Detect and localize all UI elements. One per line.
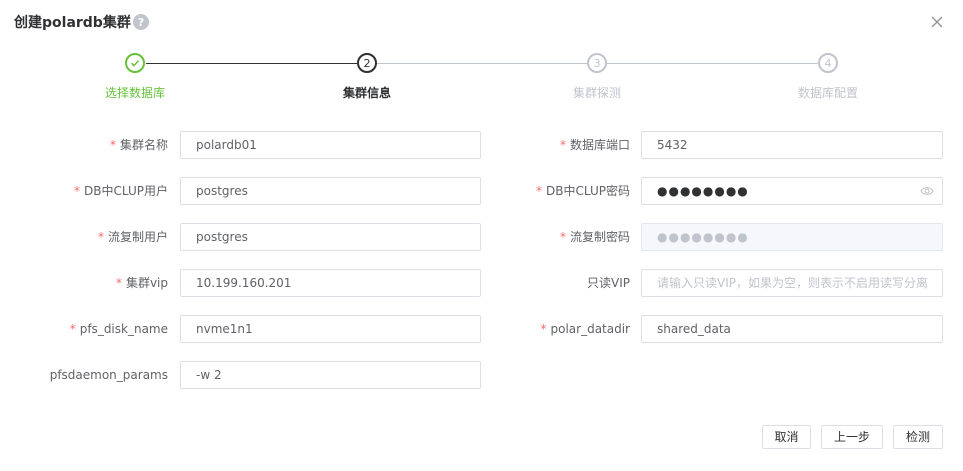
cluster-vip-input[interactable]: 10.199.160.201: [180, 269, 481, 297]
repl-user-label: * 流复制用户: [97, 230, 168, 244]
create-cluster-dialog: 创建polardb集群 ? 2 3 4 选择数据库 集群信息 集群探测 数据库配…: [0, 0, 963, 471]
svg-text:?: ?: [138, 16, 144, 29]
step-4-icon: 4: [818, 53, 838, 73]
polar-datadir-input[interactable]: shared_data: [641, 315, 943, 343]
clup-user-input[interactable]: postgres: [180, 177, 481, 205]
check-icon: [130, 60, 140, 67]
dialog-title: 创建polardb集群 ?: [14, 12, 149, 32]
help-icon[interactable]: ?: [132, 14, 149, 30]
readonly-vip-label: 只读VIP: [587, 276, 630, 290]
step-1-label: 选择数据库: [104, 86, 166, 100]
dialog-title-text: 创建polardb集群: [14, 15, 131, 31]
cluster-name-label: * 集群名称: [109, 138, 168, 152]
cluster-name-input[interactable]: polardb01: [180, 131, 481, 159]
readonly-vip-input[interactable]: 请输入只读VIP，如果为空，则表示不启用读写分离: [641, 269, 943, 297]
repl-user-input[interactable]: postgres: [180, 223, 481, 251]
step-line-2: [377, 63, 587, 64]
step-3-label: 集群探测: [572, 86, 622, 100]
db-port-input[interactable]: 5432: [641, 131, 943, 159]
step-2-icon: 2: [357, 53, 377, 73]
polar-datadir-label: * polar_datadir: [540, 322, 631, 336]
close-icon[interactable]: [929, 14, 945, 30]
pfs-disk-name-input[interactable]: nvme1n1: [180, 315, 481, 343]
step-4-label: 数据库配置: [797, 86, 859, 100]
clup-password-input[interactable]: ●●●●●●●●: [641, 177, 943, 205]
detect-button[interactable]: 检测: [893, 425, 943, 449]
prev-step-button[interactable]: 上一步: [821, 425, 883, 449]
db-port-label: * 数据库端口: [559, 138, 630, 152]
cancel-button[interactable]: 取消: [762, 425, 811, 449]
repl-password-value: ●●●●●●●●: [657, 230, 749, 244]
step-line-1: [146, 63, 357, 64]
step-1-icon: [125, 53, 145, 73]
steps-bar: 2 3 4 选择数据库 集群信息 集群探测 数据库配置: [0, 52, 963, 112]
repl-password-label: * 流复制密码: [559, 230, 630, 244]
pfsdaemon-params-input[interactable]: -w 2: [180, 361, 481, 389]
step-line-3: [607, 63, 818, 64]
clup-password-label: * DB中CLUP密码: [536, 184, 630, 198]
repl-password-input: ●●●●●●●●: [641, 223, 943, 251]
step-2-label: 集群信息: [342, 86, 392, 100]
clup-user-label: * DB中CLUP用户: [74, 184, 168, 198]
step-3-icon: 3: [587, 53, 607, 73]
clup-password-value: ●●●●●●●●: [657, 184, 749, 198]
eye-icon[interactable]: [920, 185, 934, 197]
cluster-vip-label: * 集群vip: [115, 276, 168, 290]
pfsdaemon-params-label: pfsdaemon_params: [49, 368, 168, 382]
pfs-disk-name-label: * pfs_disk_name: [69, 322, 168, 336]
